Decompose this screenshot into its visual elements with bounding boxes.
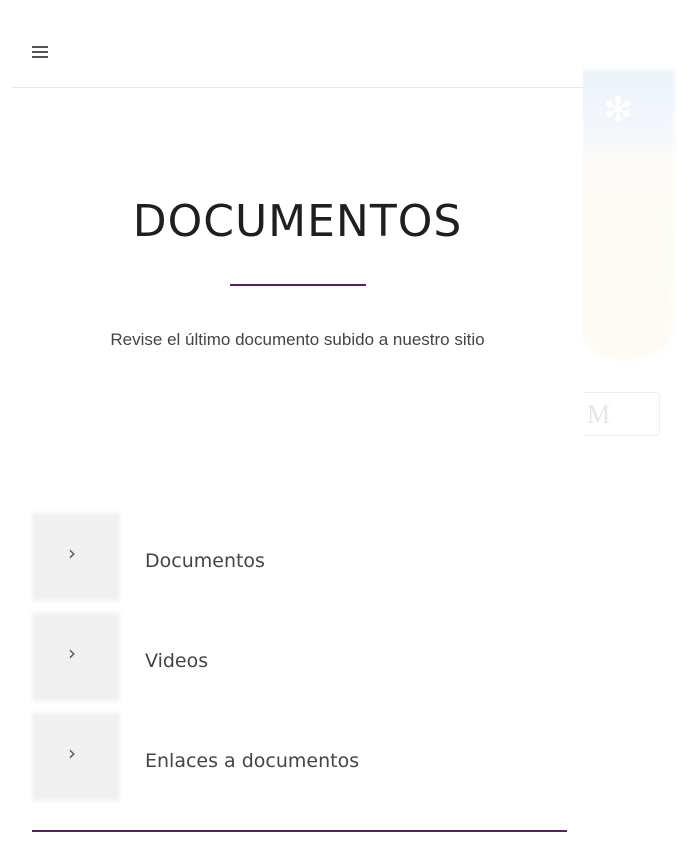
menu-thumbnail (32, 713, 120, 801)
title-divider (230, 284, 366, 286)
menu-item-enlaces[interactable]: › Enlaces a documentos (32, 705, 572, 805)
star-icon: ✻ (603, 90, 634, 131)
top-bar (12, 8, 583, 88)
background-logo: ✻ (575, 70, 678, 370)
menu-item-videos[interactable]: › Videos (32, 605, 572, 705)
menu-item-documentos[interactable]: › Documentos (32, 505, 572, 605)
page-title: DOCUMENTOS (132, 196, 463, 247)
hamburger-icon[interactable] (32, 44, 48, 58)
bottom-divider (32, 830, 567, 832)
menu-item-label: Documentos (145, 550, 265, 572)
chevron-right-icon: › (68, 741, 76, 765)
menu-thumbnail (32, 513, 120, 601)
menu-item-label: Videos (145, 650, 209, 672)
menu-item-label: Enlaces a documentos (145, 750, 360, 772)
logo-shield (575, 70, 675, 360)
chevron-right-icon: › (68, 541, 76, 565)
menu-thumbnail (32, 613, 120, 701)
chevron-right-icon: › (68, 641, 76, 665)
documents-menu: › Documentos › Videos › Enlaces a docume… (32, 505, 572, 805)
background-badge: M (580, 392, 660, 436)
page-subtitle: Revise el último documento subido a nues… (110, 330, 485, 349)
content-panel: DOCUMENTOS Revise el último documento su… (12, 0, 583, 854)
